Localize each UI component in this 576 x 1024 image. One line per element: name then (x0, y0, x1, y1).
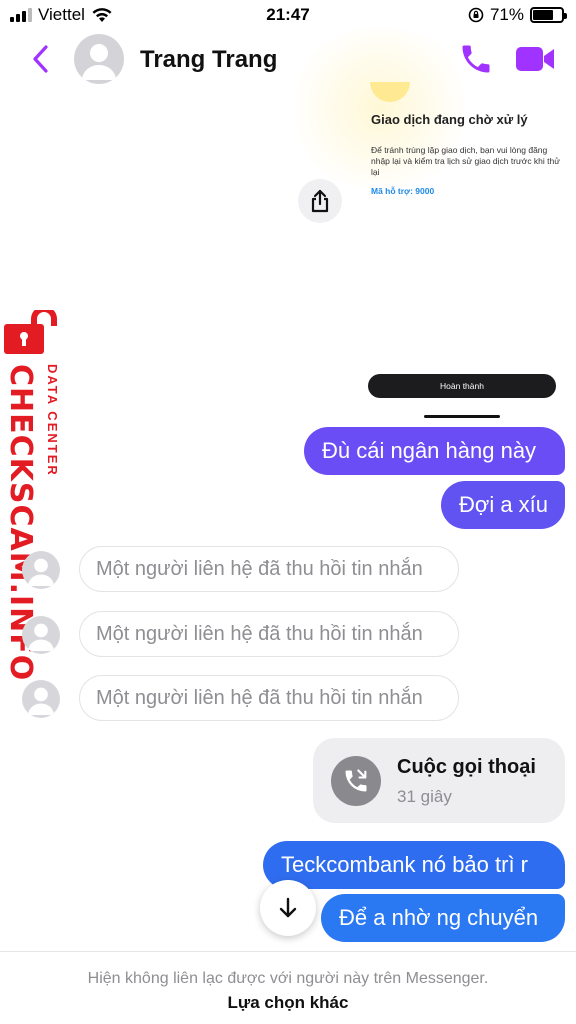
missed-call-icon (345, 769, 367, 792)
composer-unavailable-footer: Hiện không liên lạc được với người này t… (0, 951, 576, 1024)
watermark-sub: DATA CENTER (45, 364, 60, 477)
sent-message[interactable]: Đù cái ngân hàng này (304, 427, 565, 475)
chat-header: Trang Trang (0, 30, 576, 88)
contact-name[interactable]: Trang Trang (140, 46, 277, 74)
status-bar: Viettel 21:47 71% (0, 0, 576, 30)
battery-fill (533, 10, 553, 20)
recalled-message[interactable]: Một người liên hệ đã thu hồi tin nhắn (79, 546, 459, 592)
unavailable-notice: Hiện không liên lạc được với người này t… (87, 970, 489, 987)
sent-message[interactable]: Teckcombank nó bảo trì r (263, 841, 565, 889)
lock-icon (4, 310, 57, 354)
call-duration: 31 giây (397, 787, 452, 806)
phone-icon (462, 45, 490, 73)
battery-icon (530, 7, 567, 23)
shared-image-description: Để tránh trùng lặp giao dịch, bạn vui lò… (371, 145, 560, 177)
battery-percent: 71% (489, 5, 524, 24)
other-options-link[interactable]: Lựa chọn khác (0, 993, 576, 1013)
recalled-message[interactable]: Một người liên hệ đã thu hồi tin nhắn (79, 675, 459, 721)
sent-message[interactable]: Để a nhờ ng chuyển (321, 894, 565, 942)
call-icon-badge (331, 756, 381, 806)
video-camera-icon (516, 47, 554, 71)
shared-image-support-code: Mã hỗ trợ: 9000 (371, 186, 435, 196)
recalled-message-row: Một người liên hệ đã thu hồi tin nhắn (22, 546, 462, 592)
chevron-left-icon (33, 45, 48, 73)
arrow-down-icon (279, 897, 297, 918)
voice-call-button[interactable] (458, 41, 494, 77)
home-indicator (424, 415, 500, 418)
sender-avatar[interactable] (22, 680, 60, 718)
call-title: Cuộc gọi thoại (397, 756, 536, 778)
orientation-lock-icon (468, 7, 484, 23)
sender-avatar[interactable] (22, 616, 60, 654)
shared-image-done-button: Hoàn thành (368, 374, 556, 398)
shared-image-message[interactable]: Giao dịch đang chờ xử lý Để tránh trùng … (280, 28, 570, 418)
video-call-button[interactable] (514, 43, 556, 75)
sender-avatar[interactable] (22, 551, 60, 589)
scroll-to-bottom-button[interactable] (260, 880, 316, 936)
contact-avatar[interactable] (74, 34, 124, 84)
sent-message[interactable]: Đợi a xíu (441, 481, 565, 529)
share-image-button[interactable] (298, 179, 342, 223)
back-button[interactable] (26, 42, 56, 76)
status-right: 71% (468, 5, 567, 25)
shared-image-title: Giao dịch đang chờ xử lý (371, 112, 528, 127)
recalled-message-row: Một người liên hệ đã thu hồi tin nhắn (22, 611, 462, 657)
status-emoji-graphic (370, 82, 410, 102)
share-icon (311, 189, 329, 213)
voice-call-message[interactable]: Cuộc gọi thoại 31 giây (313, 738, 565, 823)
recalled-message-row: Một người liên hệ đã thu hồi tin nhắn (22, 675, 462, 721)
recalled-message[interactable]: Một người liên hệ đã thu hồi tin nhắn (79, 611, 459, 657)
